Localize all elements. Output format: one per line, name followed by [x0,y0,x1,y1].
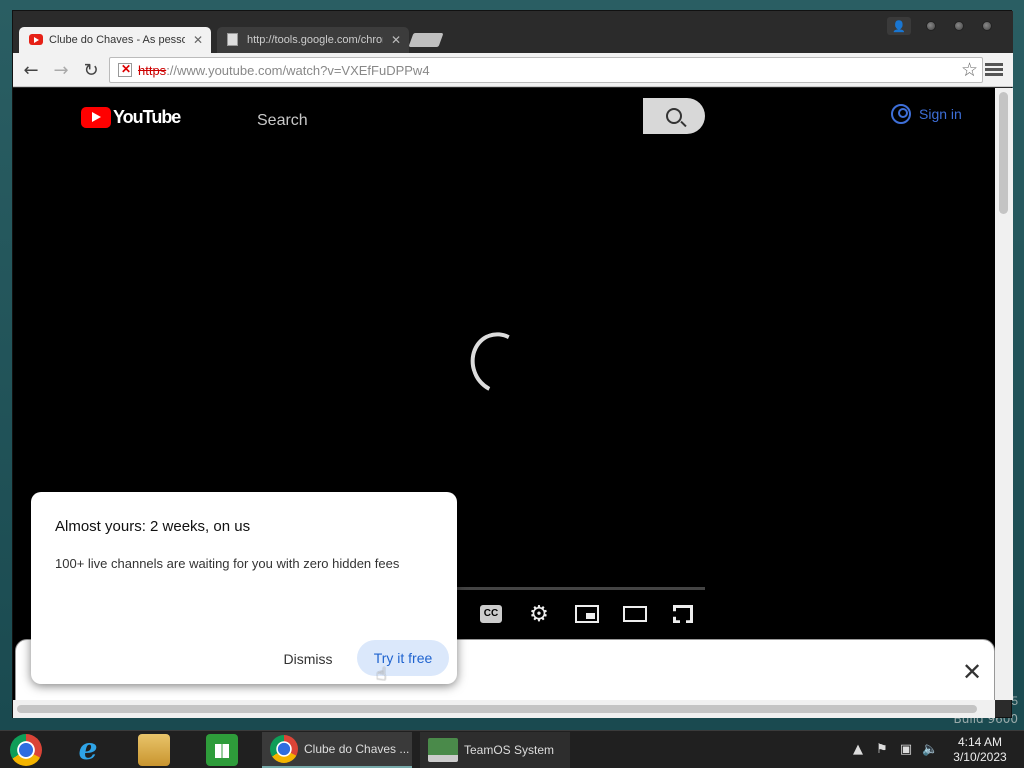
horizontal-scrollbar[interactable] [13,700,995,718]
sign-in-label: Sign in [919,106,962,122]
tab-title: http://tools.google.com/chrom [247,34,383,46]
fullscreen-icon [673,605,693,623]
taskbar-item-label: TeamOS System [464,743,555,757]
promo-body: 100+ live channels are waiting for you w… [55,556,400,571]
youtube-favicon-icon [29,34,43,45]
address-bar[interactable]: https://www.youtube.com/watch?v=VXEfFuDP… [109,57,983,83]
computer-icon [428,738,458,762]
taskbar: e Clube do Chaves ... TeamOS System ▲ ⚑ … [0,730,1024,768]
url-path: /watch?v=VXEfFuDPPw4 [282,63,430,78]
loading-spinner-icon [462,324,536,402]
cc-icon: CC [479,605,503,623]
bookmark-star-icon[interactable]: ☆ [961,59,978,82]
miniplayer-icon [575,605,599,623]
new-tab-button[interactable] [408,33,444,47]
clock-time: 4:14 AM [957,735,1003,749]
file-explorer-icon[interactable] [138,734,170,766]
vertical-scrollbar[interactable] [995,88,1013,700]
promo-dialog: Almost yours: 2 weeks, on us 100+ live c… [31,492,457,684]
youtube-logo-text: YouTube [113,107,181,127]
minimize-button[interactable] [919,17,943,35]
vertical-scroll-thumb[interactable] [999,92,1008,214]
clock[interactable]: 4:14 AM 3/10/2023 [944,735,1016,765]
close-window-button[interactable] [975,17,999,35]
close-icon[interactable]: ✕ [960,660,984,684]
tab-google-tools[interactable]: http://tools.google.com/chrom ✕ [217,27,409,53]
chrome-icon [270,735,298,763]
theater-mode-button[interactable] [621,602,649,626]
browser-titlebar: Clube do Chaves - As pessoas b ✕ http://… [13,11,1013,53]
try-it-free-button[interactable]: Try it free [357,640,449,676]
show-hidden-icons-chevron-icon[interactable]: ▲ [850,742,866,758]
chrome-pinned-icon[interactable] [10,734,42,766]
taskbar-item-chrome[interactable]: Clube do Chaves ... [262,732,412,768]
browser-toolbar: ← → ↻ https://www.youtube.com/watch?v=VX… [13,53,1013,87]
search-button[interactable] [643,98,705,134]
miniplayer-button[interactable] [573,602,601,626]
network-icon[interactable]: ▣ [898,742,914,758]
action-center-flag-icon[interactable]: ⚑ [874,742,890,758]
menu-hamburger-icon[interactable] [985,61,1003,79]
taskbar-item-teamos[interactable]: TeamOS System [420,732,570,768]
youtube-logo[interactable]: YouTube [81,107,181,128]
clock-date: 3/10/2023 [953,750,1007,764]
search-icon [666,108,682,124]
fullscreen-button[interactable] [669,602,697,626]
pointer-cursor-icon: ☝ [376,664,387,685]
page-favicon-icon [227,33,238,46]
captions-button[interactable]: CC [477,602,505,626]
reload-icon[interactable]: ↻ [79,58,103,82]
tab-close-icon[interactable]: ✕ [193,27,203,53]
horizontal-scroll-thumb[interactable] [17,705,977,713]
url-host: ://www.youtube.com [166,63,283,78]
youtube-play-icon [81,107,111,128]
forward-arrow-icon[interactable]: → [49,58,73,82]
profile-icon[interactable]: 👤 [887,17,911,35]
taskbar-item-label: Clube do Chaves ... [304,742,410,756]
url-scheme: https [138,63,167,78]
tab-youtube[interactable]: Clube do Chaves - As pessoas b ✕ [19,27,211,53]
back-arrow-icon[interactable]: ← [19,58,43,82]
volume-muted-icon[interactable]: 🔈 [922,742,938,758]
account-icon [891,104,911,124]
internet-explorer-icon[interactable]: e [72,734,104,766]
store-icon[interactable] [206,734,238,766]
theater-icon [623,606,647,622]
url-text[interactable]: https://www.youtube.com/watch?v=VXEfFuDP… [138,63,430,78]
maximize-button[interactable] [947,17,971,35]
tab-title: Clube do Chaves - As pessoas b [49,34,185,46]
dismiss-button[interactable]: Dismiss [271,642,345,676]
promo-title: Almost yours: 2 weeks, on us [55,518,251,535]
insecure-lock-icon[interactable] [118,62,132,77]
settings-gear-icon[interactable]: ⚙ [525,602,553,627]
tab-close-icon[interactable]: ✕ [391,27,401,53]
page-viewport: YouTube Search Sign in CC ⚙ ✕ Almost you… [13,88,995,700]
search-input[interactable]: Search [257,105,643,137]
sign-in-button[interactable]: Sign in [891,104,962,124]
browser-window: Clube do Chaves - As pessoas b ✕ http://… [12,10,1013,718]
